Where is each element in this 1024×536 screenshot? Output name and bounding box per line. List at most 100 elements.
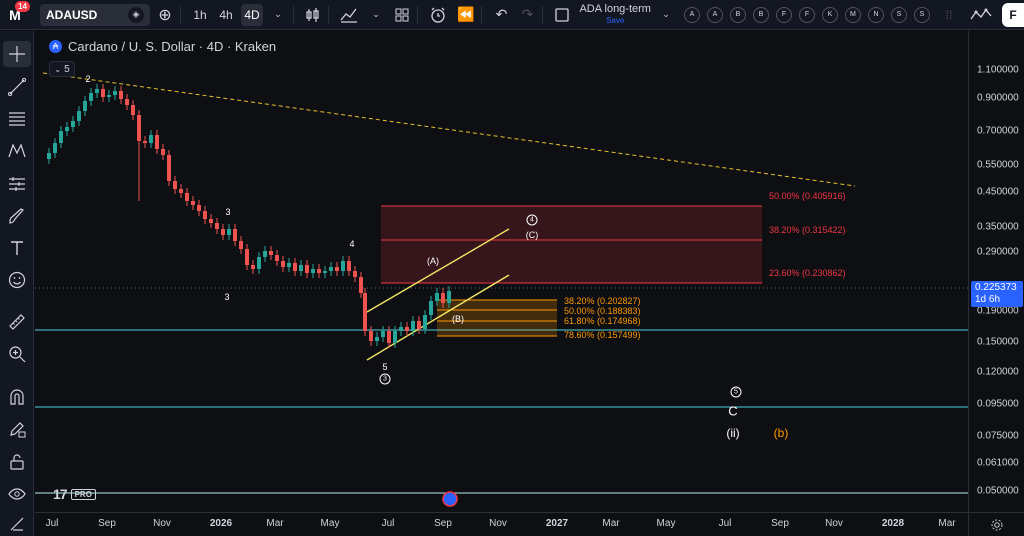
interval-1h[interactable]: 1h: [189, 4, 211, 26]
symbol-search[interactable]: ADAUSD ◈: [40, 3, 150, 26]
candle-body: [275, 255, 279, 261]
emoji-tool-icon[interactable]: [3, 267, 31, 293]
alert-chip[interactable]: N: [867, 6, 884, 23]
time-tick: Nov: [825, 518, 843, 529]
layout-name: ADA long-term: [579, 2, 651, 15]
candle-body: [423, 315, 427, 329]
candle-body: [209, 219, 213, 223]
alert-chip[interactable]: S: [890, 6, 907, 23]
wave-label-3: 3: [224, 292, 230, 302]
candle-body: [363, 293, 367, 331]
wave-label-5: 5: [382, 362, 388, 372]
delete-drawings-icon[interactable]: [3, 511, 31, 536]
more-icon[interactable]: ⁞⁞: [938, 4, 960, 26]
interval-dropdown-icon[interactable]: ⌄: [267, 4, 289, 26]
eye-visibility-icon[interactable]: [3, 481, 31, 507]
wave-label-c-paren: (C): [525, 230, 539, 240]
time-tick: Jul: [45, 518, 59, 529]
candle-body: [299, 265, 303, 271]
alert-chip[interactable]: S: [913, 6, 930, 23]
layout-dropdown-icon[interactable]: ⌄: [655, 4, 677, 26]
alert-chip[interactable]: B: [752, 6, 769, 23]
alert-chip[interactable]: A: [706, 6, 723, 23]
fib-zone-upper: [381, 206, 762, 283]
forecast-tool-icon[interactable]: [3, 171, 31, 197]
wave-circle-4: 4: [526, 214, 538, 226]
text-tool-icon[interactable]: [3, 235, 31, 261]
crosshair-tool-icon[interactable]: [3, 41, 31, 67]
candle-body: [173, 181, 177, 189]
tradingview-logo: 17 PRO: [53, 486, 96, 502]
fib-tool-icon[interactable]: [3, 106, 31, 132]
alert-clock-icon[interactable]: [426, 4, 450, 26]
zoom-in-tool-icon[interactable]: [3, 341, 31, 367]
chart-settings-gear-icon[interactable]: [968, 512, 1024, 536]
redo-icon[interactable]: ↷: [516, 4, 538, 26]
candle-body: [197, 205, 201, 211]
undo-icon[interactable]: ↶: [490, 4, 512, 26]
candle-body: [281, 261, 285, 267]
wave-label-big-c: C: [728, 403, 738, 419]
lock-icon[interactable]: [3, 449, 31, 475]
candle-body: [215, 223, 219, 229]
ruler-tool-icon[interactable]: [3, 309, 31, 335]
price-axis[interactable]: 0.050000 0.061000 0.075000 0.095000 0.120000…: [968, 31, 1024, 512]
candle-body: [149, 135, 153, 143]
alert-chip[interactable]: F: [798, 6, 815, 23]
indicators-dropdown-icon[interactable]: ⌄: [365, 4, 387, 26]
time-tick: May: [656, 518, 676, 529]
symbol-shield-icon[interactable]: ◈: [128, 6, 144, 23]
replay-icon[interactable]: ⏪: [454, 4, 477, 26]
wave-label-3: 3: [225, 207, 231, 217]
candle-body: [77, 111, 81, 121]
candle-body: [95, 89, 99, 93]
price-tick: 0.900000: [977, 92, 1019, 104]
candle-body: [221, 229, 225, 235]
layout-name-button[interactable]: ADA long-term Save: [579, 2, 651, 26]
candle-body: [113, 91, 117, 95]
lock-drawing-pencil-icon[interactable]: [3, 416, 31, 442]
divider: [180, 5, 181, 24]
interval-4d[interactable]: 4D: [241, 3, 263, 26]
candle-body: [101, 89, 105, 97]
price-tick: 0.061000: [977, 457, 1019, 469]
pattern-tool-icon[interactable]: [3, 138, 31, 164]
candle-body: [287, 263, 291, 267]
indicator-collapse-toggle[interactable]: ⌄ 5: [49, 61, 75, 77]
candle-body: [59, 131, 63, 143]
alert-chip[interactable]: M: [844, 6, 861, 23]
indicators-icon[interactable]: [337, 4, 361, 26]
wave-label-b: (B): [452, 314, 464, 324]
fib-lower-label: 78.60% (0.157499): [564, 330, 641, 340]
interval-4h[interactable]: 4h: [215, 4, 237, 26]
candle-body: [185, 193, 189, 201]
alert-chip[interactable]: K: [821, 6, 838, 23]
time-axis[interactable]: Jul Sep Nov 2026 Mar May Jul Sep Nov 2027 Mar May Ju…: [35, 512, 968, 536]
app-logo[interactable]: M 14: [0, 0, 30, 30]
layout-save-status: Save: [606, 15, 625, 25]
strategy-wave-icon[interactable]: [966, 4, 996, 26]
candle-body: [89, 93, 93, 101]
current-price-label: 0.225373 1d 6h: [971, 281, 1023, 307]
alert-chip[interactable]: F: [775, 6, 792, 23]
trend-line: [42, 72, 856, 187]
layout-square-icon[interactable]: [551, 4, 573, 26]
candle-body: [107, 95, 111, 97]
fib-upper-label: 50.00% (0.405916): [769, 191, 846, 201]
user-avatar[interactable]: F: [1002, 3, 1024, 27]
chart-pane[interactable]: ₳ Cardano / U. S. Dollar · 4D · Kraken ⌄…: [35, 31, 968, 512]
magnet-tool-icon[interactable]: [3, 384, 31, 410]
compare-add-icon[interactable]: ⊕: [154, 4, 176, 26]
bar-style-candles-icon[interactable]: [302, 4, 324, 26]
price-tick: 0.075000: [977, 430, 1019, 442]
alert-chip[interactable]: B: [729, 6, 746, 23]
candle-body: [359, 277, 363, 293]
candle-body: [251, 265, 255, 269]
candle-body: [47, 153, 51, 159]
candle-body: [329, 267, 333, 271]
candle-body: [411, 321, 415, 331]
templates-grid-icon[interactable]: [391, 4, 413, 26]
trend-line-tool-icon[interactable]: [3, 74, 31, 100]
brush-tool-icon[interactable]: [3, 203, 31, 229]
alert-chip[interactable]: A: [683, 6, 700, 23]
